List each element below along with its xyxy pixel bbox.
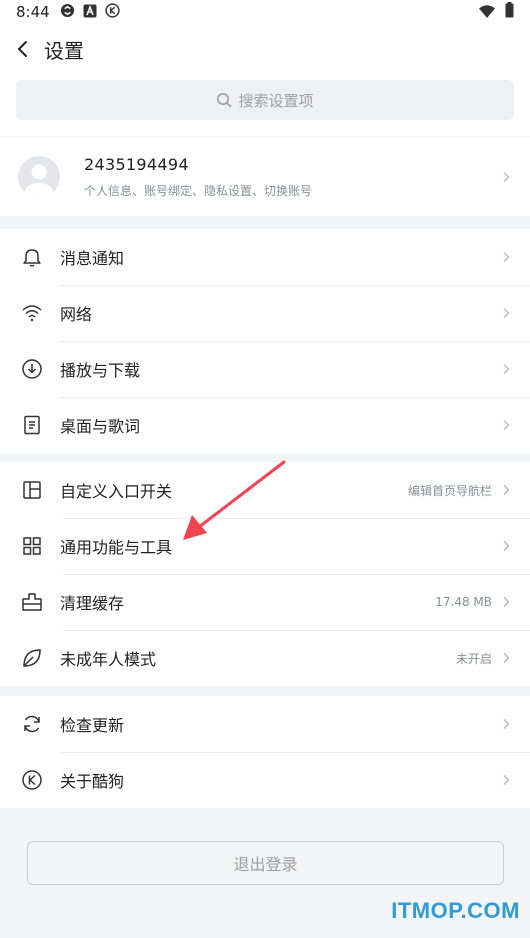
layout-icon [20,478,44,502]
header: 设置 [0,24,530,74]
watermark: ITMOP.COM [391,898,520,923]
row-label: 网络 [60,305,93,324]
profile-name: 2435194494 [84,154,189,174]
profile-card[interactable]: 2435194494 个人信息、账号绑定、隐私设置、切换账号 [0,137,530,216]
bell-icon [20,245,44,269]
broom-icon [20,590,44,614]
row-playback-download[interactable]: 播放与下载 [0,341,530,397]
leaf-icon [20,646,44,670]
chevron-right-icon [502,362,512,376]
chevron-right-icon [502,773,512,787]
row-label: 通用功能与工具 [60,538,173,557]
search-bar: 搜索设置项 [0,74,530,136]
row-desktop-lyrics[interactable]: 桌面与歌词 [0,397,530,453]
wifi-icon [20,301,44,325]
row-value: 17.48 MB [435,595,492,609]
battery-icon [505,2,514,22]
settings-screen: 8:44 设置 搜索设置项 2435194494 个人信息、账号绑定、隐私设置、… [0,0,530,938]
refresh-icon [20,712,44,736]
status-icons-left [60,2,120,22]
chevron-right-icon [502,717,512,731]
sync-icon [60,3,75,22]
settings-group-about: 检查更新 关于酷狗 [0,696,530,808]
chevron-right-icon [502,595,512,609]
search-icon [217,93,232,108]
logout-label: 退出登录 [233,855,298,874]
grid-icon [20,534,44,558]
search-input[interactable]: 搜索设置项 [16,80,514,120]
row-general-tools[interactable]: 通用功能与工具 [0,518,530,574]
chevron-right-icon [502,250,512,264]
user-silhouette-icon [24,164,54,198]
download-circle-icon [20,357,44,381]
status-bar: 8:44 [0,0,530,24]
row-notifications[interactable]: 消息通知 [0,229,530,285]
chevron-right-icon [502,418,512,432]
chevron-right-icon [502,171,512,183]
back-button[interactable] [6,33,38,65]
row-label: 自定义入口开关 [60,482,173,501]
a-badge-icon [83,3,97,22]
status-time: 8:44 [16,3,50,21]
row-about-kugou[interactable]: 关于酷狗 [0,752,530,808]
chevron-right-icon [502,483,512,497]
k-badge-icon [105,2,120,22]
kugou-logo-icon [20,768,44,792]
row-clear-cache[interactable]: 清理缓存 17.48 MB [0,574,530,630]
row-label: 未成年人模式 [60,650,157,669]
row-label: 清理缓存 [60,594,125,613]
wifi-icon [479,3,495,22]
chevron-left-icon [17,41,27,57]
row-label: 播放与下载 [60,361,141,380]
chevron-right-icon [502,539,512,553]
row-label: 消息通知 [60,249,125,268]
page-title: 设置 [44,38,84,63]
row-network[interactable]: 网络 [0,285,530,341]
row-custom-entry[interactable]: 自定义入口开关 编辑首页导航栏 [0,462,530,518]
avatar [18,155,60,198]
settings-group-tools: 自定义入口开关 编辑首页导航栏 通用功能与工具 清理缓存 17.48 MB 未成… [0,462,530,686]
settings-group-general: 消息通知 网络 播放与下载 桌面与歌词 [0,229,530,453]
status-icons-right [479,2,514,22]
chevron-right-icon [502,651,512,665]
row-label: 检查更新 [60,716,125,735]
profile-text: 2435194494 个人信息、账号绑定、隐私设置、切换账号 [84,155,312,199]
logout-button[interactable]: 退出登录 [27,841,504,885]
row-value: 编辑首页导航栏 [407,483,492,498]
row-value: 未开启 [455,651,492,666]
row-minor-mode[interactable]: 未成年人模式 未开启 [0,630,530,686]
row-label: 桌面与歌词 [60,417,141,436]
chevron-right-icon [502,306,512,320]
profile-description: 个人信息、账号绑定、隐私设置、切换账号 [84,183,313,198]
search-placeholder: 搜索设置项 [238,91,314,110]
document-icon [20,413,44,437]
row-label: 关于酷狗 [60,772,125,791]
row-check-update[interactable]: 检查更新 [0,696,530,752]
